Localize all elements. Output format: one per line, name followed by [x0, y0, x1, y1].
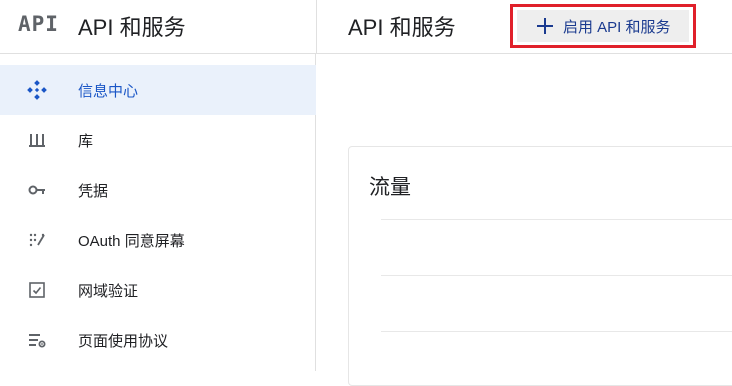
sidebar-item-label: 库 [78, 132, 94, 150]
sidebar-item-label: 页面使用协议 [78, 332, 169, 350]
top-header: API API 和服务 API 和服务 启用 API 和服务 [0, 0, 732, 54]
header-divider [316, 0, 317, 54]
sidebar-item-page-usage-agreements[interactable]: 页面使用协议 [0, 315, 316, 365]
sidebar-item-label: 信息中心 [78, 82, 139, 100]
sidebar-item-oauth-consent[interactable]: OAuth 同意屏幕 [0, 215, 316, 265]
api-logo: API [18, 12, 59, 36]
sidebar-item-dashboard[interactable]: 信息中心 [0, 65, 316, 115]
highlight-box: 启用 API 和服务 [510, 4, 696, 48]
checkbox-icon [27, 280, 47, 300]
dashboard-icon [27, 80, 47, 100]
settings-list-icon [27, 330, 47, 350]
key-icon [27, 180, 47, 200]
sidebar-item-library[interactable]: 库 [0, 115, 316, 165]
sidebar-item-domain-verification[interactable]: 网域验证 [0, 265, 316, 315]
library-icon [27, 130, 47, 150]
traffic-card: 流量 [348, 146, 732, 386]
page-title: API 和服务 [348, 15, 456, 40]
chart-gridline [381, 331, 732, 332]
chart-gridline [381, 219, 732, 220]
sidebar-item-label: 凭据 [78, 182, 109, 200]
sidebar-nav: 信息中心 库 凭据 OAuth 同意屏幕 网域验证 页面使用协议 [0, 54, 316, 371]
enable-apis-button-label: 启用 API 和服务 [563, 18, 671, 36]
product-title: API 和服务 [78, 15, 186, 40]
sidebar-item-label: OAuth 同意屏幕 [78, 232, 185, 250]
consent-screen-icon [27, 230, 47, 250]
traffic-card-title: 流量 [369, 176, 411, 199]
sidebar-item-label: 网域验证 [78, 282, 139, 300]
plus-icon [537, 18, 553, 34]
enable-apis-button[interactable]: 启用 API 和服务 [517, 10, 689, 42]
sidebar-item-credentials[interactable]: 凭据 [0, 165, 316, 215]
chart-gridline [381, 275, 732, 276]
